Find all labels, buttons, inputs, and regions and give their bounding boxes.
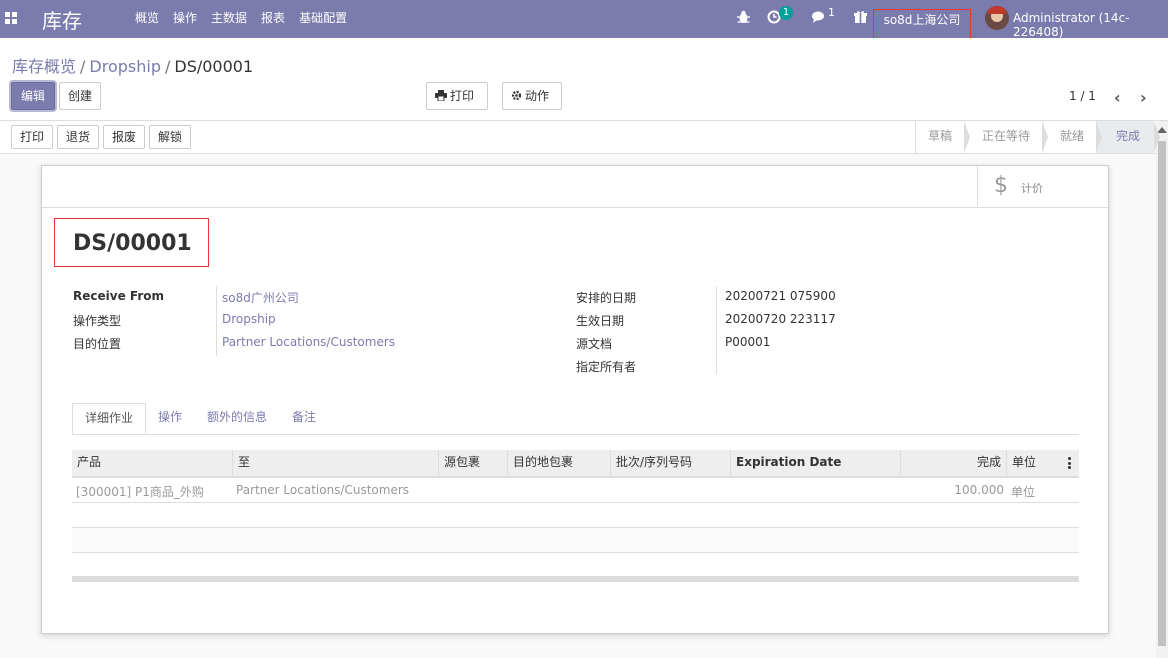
- cell-product: [300001] P1商品_外购: [76, 485, 204, 499]
- menu-item-configuration[interactable]: 基础配置: [292, 0, 354, 38]
- page-scrollbar[interactable]: [1156, 121, 1168, 658]
- breadcrumb-root[interactable]: 库存概览: [12, 57, 76, 76]
- control-panel: 库存概览 / Dropship / DS/00001 编辑 创建 打印 动作 1 / 1…: [0, 38, 1168, 121]
- gift-icon[interactable]: [854, 10, 867, 26]
- breadcrumb-middle[interactable]: Dropship: [89, 57, 161, 76]
- chat-count: 1: [828, 6, 835, 19]
- smart-button-box: $ 计价: [42, 166, 1108, 208]
- breadcrumb-separator: /: [80, 57, 86, 76]
- breadcrumb: 库存概览 / Dropship / DS/00001: [12, 53, 253, 77]
- record-title: DS/00001: [73, 231, 192, 256]
- user-avatar[interactable]: [985, 6, 1009, 30]
- field-value-destination[interactable]: Partner Locations/Customers: [222, 335, 395, 349]
- field-value-receive-from[interactable]: so8d广州公司: [222, 289, 299, 306]
- field-label-scheduled-date: 安排的日期: [576, 291, 637, 305]
- column-header-done[interactable]: 完成: [901, 450, 1007, 476]
- field-label-operation-type: 操作类型: [73, 314, 122, 328]
- column-header-lot-serial[interactable]: 批次/序列号码: [611, 450, 731, 476]
- column-options-icon[interactable]: [1068, 457, 1071, 469]
- dollar-icon: $: [994, 173, 1008, 198]
- pager-previous-icon[interactable]: ‹: [1114, 88, 1121, 107]
- chat-icon[interactable]: [812, 10, 827, 26]
- stage-ready: 就绪: [1042, 121, 1103, 153]
- print-label: 打印: [450, 89, 475, 103]
- stage-waiting: 正在等待: [964, 121, 1049, 153]
- print-dropdown-button[interactable]: 打印: [426, 82, 488, 110]
- breadcrumb-separator: /: [164, 57, 171, 76]
- table-header: 产品 至 源包裹 目的地包裹 批次/序列号码 Expiration Date 完…: [72, 450, 1079, 478]
- column-header-expiration-date[interactable]: Expiration Date: [731, 450, 901, 476]
- notebook-tabs: 详细作业 操作 额外的信息 备注: [72, 403, 1079, 435]
- menu-item-overview[interactable]: 概览: [128, 0, 166, 38]
- tab-operations[interactable]: 操作: [146, 403, 194, 434]
- tab-notes[interactable]: 备注: [280, 403, 328, 434]
- tab-detailed-operations[interactable]: 详细作业: [72, 403, 147, 434]
- create-button[interactable]: 创建: [59, 82, 101, 110]
- field-label-owner: 指定所有者: [576, 360, 637, 374]
- field-divider: [716, 286, 717, 374]
- cell-done: 100.000: [954, 483, 1004, 497]
- breadcrumb-current: DS/00001: [174, 57, 254, 76]
- field-label-effective-date: 生效日期: [576, 314, 625, 328]
- field-label-source-document: 源文档: [576, 337, 613, 351]
- edit-button[interactable]: 编辑: [11, 82, 55, 110]
- column-header-to[interactable]: 至: [233, 450, 439, 476]
- valuation-button[interactable]: $ 计价: [977, 166, 1109, 206]
- field-value-source-document: P00001: [725, 335, 771, 349]
- top-navbar: 库存 概览 操作 主数据 报表 基础配置 1 1 so8d上海公司 Admini…: [0, 0, 1168, 49]
- table-row-empty: [72, 553, 1079, 578]
- printer-icon: [435, 84, 447, 110]
- field-value-effective-date: 20200720 223117: [725, 312, 836, 326]
- debug-bug-icon[interactable]: [737, 10, 750, 26]
- stage-draft: 草稿: [916, 121, 971, 153]
- main-menu: 概览 操作 主数据 报表 基础配置: [128, 0, 354, 38]
- cell-unit: 单位: [1011, 485, 1036, 499]
- pager-next-icon[interactable]: ›: [1140, 88, 1147, 107]
- scroll-thumb[interactable]: [1158, 141, 1166, 646]
- app-brand[interactable]: 库存: [42, 5, 82, 34]
- scrap-button[interactable]: 报废: [103, 125, 146, 149]
- stage-done: 完成: [1096, 121, 1161, 153]
- column-header-destination-package[interactable]: 目的地包裹: [508, 450, 611, 476]
- print-button[interactable]: 打印: [11, 125, 54, 149]
- unlock-button[interactable]: 解锁: [149, 125, 192, 149]
- field-label-receive-from: Receive From: [73, 289, 164, 303]
- status-bar: 打印 退货 报废 解锁 草稿 正在等待 就绪 完成: [0, 121, 1168, 154]
- valuation-label: 计价: [1021, 182, 1043, 195]
- menu-item-operations[interactable]: 操作: [166, 0, 204, 38]
- pager-value[interactable]: 1 / 1: [1069, 89, 1096, 103]
- apps-menu-icon[interactable]: [5, 12, 18, 25]
- table-footer: [72, 576, 1079, 582]
- return-button[interactable]: 退货: [57, 125, 100, 149]
- cell-to: Partner Locations/Customers: [236, 483, 410, 497]
- action-dropdown-button[interactable]: 动作: [502, 82, 562, 110]
- action-label: 动作: [525, 89, 550, 103]
- field-label-destination: 目的位置: [73, 337, 122, 351]
- gear-icon: [511, 84, 522, 110]
- column-header-source-package[interactable]: 源包裹: [439, 450, 508, 476]
- menu-item-master-data[interactable]: 主数据: [204, 0, 254, 38]
- table-row-empty: [72, 528, 1079, 553]
- stage-pipeline: 草稿 正在等待 就绪 完成: [915, 121, 1161, 153]
- field-value-operation-type[interactable]: Dropship: [222, 312, 276, 326]
- field-value-scheduled-date: 20200721 075900: [725, 289, 836, 303]
- table-row-empty: [72, 503, 1079, 528]
- tab-additional-info[interactable]: 额外的信息: [195, 403, 279, 434]
- title-highlight-box: DS/00001: [54, 218, 209, 267]
- column-header-product[interactable]: 产品: [72, 450, 233, 476]
- form-sheet: $ 计价 DS/00001 Receive From so8d广州公司 操作类型…: [41, 165, 1109, 634]
- activity-badge: 1: [779, 6, 793, 20]
- table-row[interactable]: [300001] P1商品_外购 Partner Locations/Custo…: [72, 478, 1079, 503]
- field-divider: [216, 286, 217, 356]
- menu-item-reports[interactable]: 报表: [254, 0, 292, 38]
- user-menu[interactable]: Administrator (14c-226408): [1013, 11, 1168, 39]
